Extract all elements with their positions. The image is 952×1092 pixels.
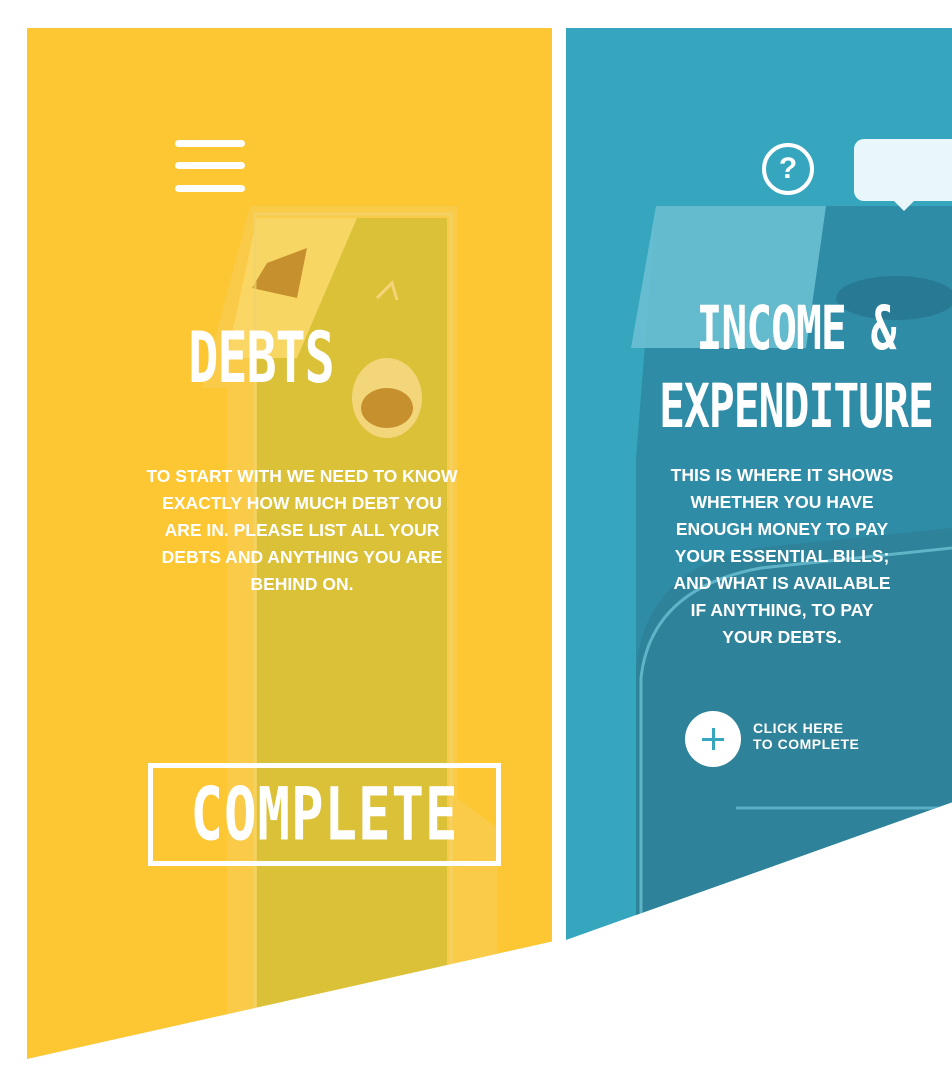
title-line-1: INCOME & <box>696 294 896 365</box>
plus-vertical <box>712 728 715 750</box>
income-expenditure-title: INCOME & EXPENDITURE <box>626 290 952 447</box>
income-expenditure-panel: ? INCOME & EXPENDITURE THIS IS WHERE IT … <box>566 28 952 940</box>
debts-panel: DEBTS TO START WITH WE NEED TO KNOW EXAC… <box>27 28 552 1059</box>
speech-bubble-icon[interactable] <box>854 139 952 211</box>
debts-description: TO START WITH WE NEED TO KNOW EXACTLY HO… <box>146 466 458 594</box>
menu-icon[interactable] <box>175 140 245 192</box>
debts-title: DEBTS <box>188 317 335 399</box>
menu-bar <box>175 185 245 192</box>
question-circle-icon[interactable]: ? <box>762 143 814 195</box>
complete-button-label: COMPLETE <box>190 771 459 858</box>
income-expenditure-description: THIS IS WHERE IT SHOWS WHETHER YOU HAVE … <box>670 465 894 647</box>
menu-bar <box>175 140 245 147</box>
click-to-complete-link[interactable]: CLICK HERE TO COMPLETE <box>753 720 859 752</box>
title-line-2: EXPENDITURE <box>659 372 934 443</box>
complete-button[interactable]: COMPLETE <box>148 763 501 866</box>
menu-bar <box>175 162 245 169</box>
plus-circle-icon[interactable] <box>685 711 741 767</box>
